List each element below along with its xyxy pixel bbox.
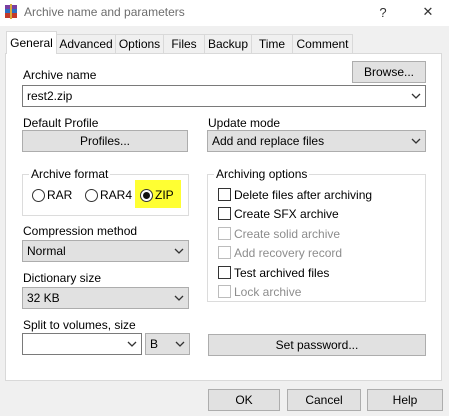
tab-files[interactable]: Files [163, 34, 205, 53]
browse-button[interactable]: Browse... [352, 61, 426, 83]
split-unit-select[interactable]: B [145, 333, 190, 355]
close-window-button[interactable]: ✕ [414, 1, 442, 23]
update-mode-select[interactable]: Add and replace files [207, 130, 426, 152]
tab-time[interactable]: Time [251, 34, 293, 53]
tab-backup[interactable]: Backup [204, 34, 252, 53]
dictionary-size-value: 32 KB [27, 291, 60, 305]
tab-general[interactable]: General [6, 31, 57, 54]
default-profile-label: Default Profile [23, 116, 99, 130]
cancel-button[interactable]: Cancel [287, 389, 361, 411]
radio-zip[interactable] [140, 189, 153, 202]
radio-rar4[interactable] [85, 189, 98, 202]
archiving-options-title: Archiving options [214, 167, 310, 181]
update-mode-label: Update mode [208, 116, 281, 130]
help-title-button[interactable]: ? [369, 1, 397, 23]
dictionary-size-select[interactable]: 32 KB [22, 287, 189, 309]
dictionary-size-label: Dictionary size [23, 271, 102, 285]
radio-rar4-label[interactable]: RAR4 [100, 188, 132, 202]
radio-rar[interactable] [32, 189, 45, 202]
chevron-down-icon [174, 248, 184, 254]
tab-comment[interactable]: Comment [292, 34, 353, 53]
chevron-down-icon [175, 341, 185, 347]
compression-method-value: Normal [27, 244, 66, 258]
checkbox-create-solid [218, 227, 231, 240]
radio-zip-label[interactable]: ZIP [155, 188, 174, 202]
checkbox-recovery-record-label: Add recovery record [234, 246, 343, 260]
profiles-button[interactable]: Profiles... [22, 130, 188, 152]
window-title: Archive name and parameters [24, 5, 185, 19]
winrar-app-icon [4, 4, 18, 20]
checkbox-delete-after-label[interactable]: Delete files after archiving [234, 188, 372, 202]
checkbox-create-solid-label: Create solid archive [234, 227, 341, 241]
chevron-down-icon [174, 295, 184, 301]
archive-name-label: Archive name [23, 68, 97, 82]
checkbox-delete-after[interactable] [218, 188, 231, 201]
compression-method-label: Compression method [23, 224, 138, 238]
checkbox-create-sfx[interactable] [218, 207, 231, 220]
tab-advanced[interactable]: Advanced [56, 34, 116, 53]
help-button[interactable]: Help [367, 389, 443, 411]
split-size-combobox[interactable] [22, 333, 142, 355]
chevron-down-icon [411, 93, 421, 99]
checkbox-lock-archive [218, 285, 231, 298]
checkbox-create-sfx-label[interactable]: Create SFX archive [234, 207, 339, 221]
set-password-button[interactable]: Set password... [208, 334, 426, 356]
archive-format-title: Archive format [29, 167, 111, 181]
ok-button[interactable]: OK [208, 389, 280, 411]
checkbox-test-files-label[interactable]: Test archived files [234, 266, 329, 280]
checkbox-test-files[interactable] [218, 266, 231, 279]
compression-method-select[interactable]: Normal [22, 240, 189, 262]
radio-rar-label[interactable]: RAR [47, 188, 72, 202]
checkbox-lock-archive-label: Lock archive [234, 285, 302, 299]
chevron-down-icon [411, 138, 421, 144]
tab-options[interactable]: Options [115, 34, 164, 53]
archive-name-combobox[interactable]: rest2.zip [22, 85, 426, 107]
checkbox-recovery-record [218, 246, 231, 259]
update-mode-value: Add and replace files [212, 134, 325, 148]
split-volumes-label: Split to volumes, size [23, 318, 136, 332]
split-unit-value: B [150, 337, 159, 351]
archive-name-value: rest2.zip [27, 89, 73, 103]
chevron-down-icon [127, 341, 137, 347]
